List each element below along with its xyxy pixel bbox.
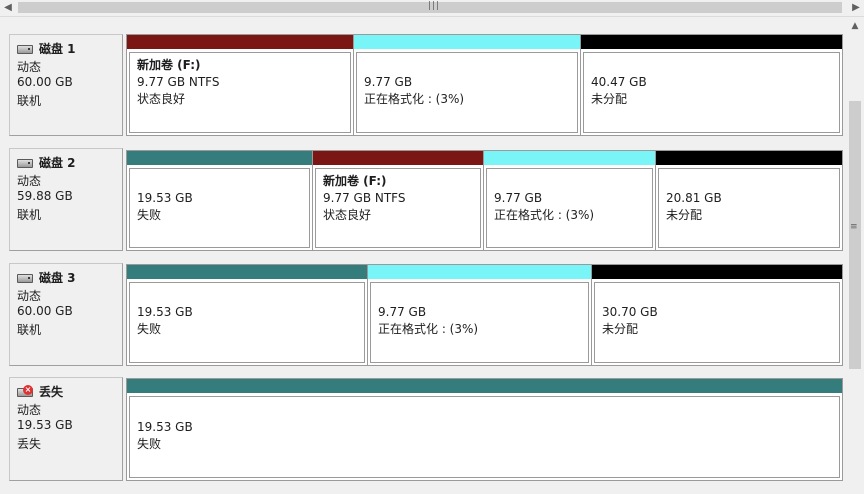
volume[interactable]: 9.77 GB 正在格式化 : (3%) [367, 264, 592, 366]
volume-size: 30.70 GB [602, 305, 658, 319]
volume-size: 19.53 GB [137, 305, 193, 319]
disk-status: 联机 [17, 208, 42, 222]
disk-2-label[interactable]: 磁盘 2 动态 59.88 GB 联机 [9, 148, 123, 251]
disk-icon [17, 273, 33, 283]
volume[interactable]: 9.77 GB 正在格式化 : (3%) [483, 150, 656, 251]
disk-status: 联机 [17, 323, 42, 337]
volume[interactable]: 19.53 GB 失败 [126, 150, 313, 251]
disk-type: 动态 [17, 174, 42, 188]
volume[interactable]: 40.47 GB 未分配 [580, 34, 843, 136]
disk-size: 59.88 GB [17, 189, 73, 203]
volume-size: 40.47 GB [591, 75, 647, 89]
volume[interactable]: 新加卷 (F:) 9.77 GB NTFS 状态良好 [312, 150, 484, 251]
volume-status: 失败 [137, 437, 162, 451]
disk-name: 磁盘 2 [39, 156, 76, 170]
volume-status: 正在格式化 : (3%) [364, 92, 465, 106]
volume-color-bar [313, 151, 483, 165]
volume-name: 新加卷 (F:) [323, 174, 387, 188]
disk-size: 60.00 GB [17, 75, 73, 89]
volume[interactable]: 新加卷 (F:) 9.77 GB NTFS 状态良好 [126, 34, 354, 136]
volume-size: 9.77 GB NTFS [323, 191, 406, 205]
scroll-grip-icon: ||| [428, 1, 441, 11]
volume-status: 失败 [137, 322, 162, 336]
vertical-scrollbar[interactable]: ▲ ≡ [846, 17, 864, 494]
volume[interactable]: 19.53 GB 失败 [126, 378, 843, 481]
volume-color-bar [127, 379, 842, 393]
disk-2-volumes: 19.53 GB 失败 新加卷 (F:) 9.77 GB NTFS 状态良好 9… [126, 150, 844, 251]
volume-color-bar [127, 35, 353, 49]
volume-status: 未分配 [666, 208, 703, 222]
volume[interactable]: 30.70 GB 未分配 [591, 264, 843, 366]
volume-color-bar [354, 35, 580, 49]
vertical-scroll-thumb[interactable] [849, 101, 861, 369]
scroll-left-icon[interactable]: ◀ [0, 0, 16, 16]
disk-3-label[interactable]: 磁盘 3 动态 60.00 GB 联机 [9, 263, 123, 366]
volume-name: 新加卷 (F:) [137, 58, 201, 72]
disk-3-volumes: 19.53 GB 失败 9.77 GB 正在格式化 : (3%) 30.70 G… [126, 264, 844, 366]
scroll-right-icon[interactable]: ▶ [848, 0, 864, 16]
disk-name: 磁盘 3 [39, 271, 76, 285]
volume[interactable]: 19.53 GB 失败 [126, 264, 368, 366]
volume-size: 9.77 GB NTFS [137, 75, 220, 89]
disk-icon [17, 158, 33, 168]
disk-name: 丢失 [39, 385, 64, 399]
volume-size: 9.77 GB [378, 305, 427, 319]
disk-name: 磁盘 1 [39, 42, 76, 56]
volume-size: 20.81 GB [666, 191, 722, 205]
volume-status: 未分配 [602, 322, 639, 336]
volume-status: 未分配 [591, 92, 628, 106]
volume-status: 状态良好 [137, 92, 186, 106]
disk-1-label[interactable]: 磁盘 1 动态 60.00 GB 联机 [9, 34, 123, 136]
volume-status: 状态良好 [323, 208, 372, 222]
volume-color-bar [592, 265, 842, 279]
missing-disk-volumes: 19.53 GB 失败 [126, 378, 844, 481]
scroll-up-icon[interactable]: ▲ [846, 19, 864, 33]
volume-size: 9.77 GB [364, 75, 413, 89]
volume-size: 19.53 GB [137, 420, 193, 434]
disk-type: 动态 [17, 289, 42, 303]
volume-status: 正在格式化 : (3%) [494, 208, 595, 222]
volume-status: 失败 [137, 208, 162, 222]
disk-status: 联机 [17, 94, 42, 108]
volume-color-bar [127, 151, 312, 165]
disk-icon [17, 44, 33, 54]
disk-type: 动态 [17, 403, 42, 417]
volume-size: 19.53 GB [137, 191, 193, 205]
disk-size: 19.53 GB [17, 418, 73, 432]
volume-color-bar [656, 151, 842, 165]
volume-size: 9.77 GB [494, 191, 543, 205]
volume-status: 正在格式化 : (3%) [378, 322, 479, 336]
missing-disk-label[interactable]: × 丢失 动态 19.53 GB 丢失 [9, 377, 123, 481]
disk-type: 动态 [17, 60, 42, 74]
disk-size: 60.00 GB [17, 304, 73, 318]
volume[interactable]: 9.77 GB 正在格式化 : (3%) [353, 34, 581, 136]
horizontal-scrollbar[interactable]: ◀ ||| ▶ [0, 0, 864, 17]
disk-graphical-view: 磁盘 1 动态 60.00 GB 联机 新加卷 (F:) 9.77 GB NTF… [0, 17, 846, 494]
volume[interactable]: 20.81 GB 未分配 [655, 150, 843, 251]
disk-1-volumes: 新加卷 (F:) 9.77 GB NTFS 状态良好 9.77 GB 正在格式化… [126, 34, 844, 136]
missing-disk-icon: × [17, 384, 33, 397]
volume-color-bar [368, 265, 591, 279]
volume-color-bar [581, 35, 842, 49]
scroll-grip-icon: ≡ [850, 222, 858, 232]
disk-status: 丢失 [17, 437, 42, 451]
volume-color-bar [484, 151, 655, 165]
volume-color-bar [127, 265, 367, 279]
